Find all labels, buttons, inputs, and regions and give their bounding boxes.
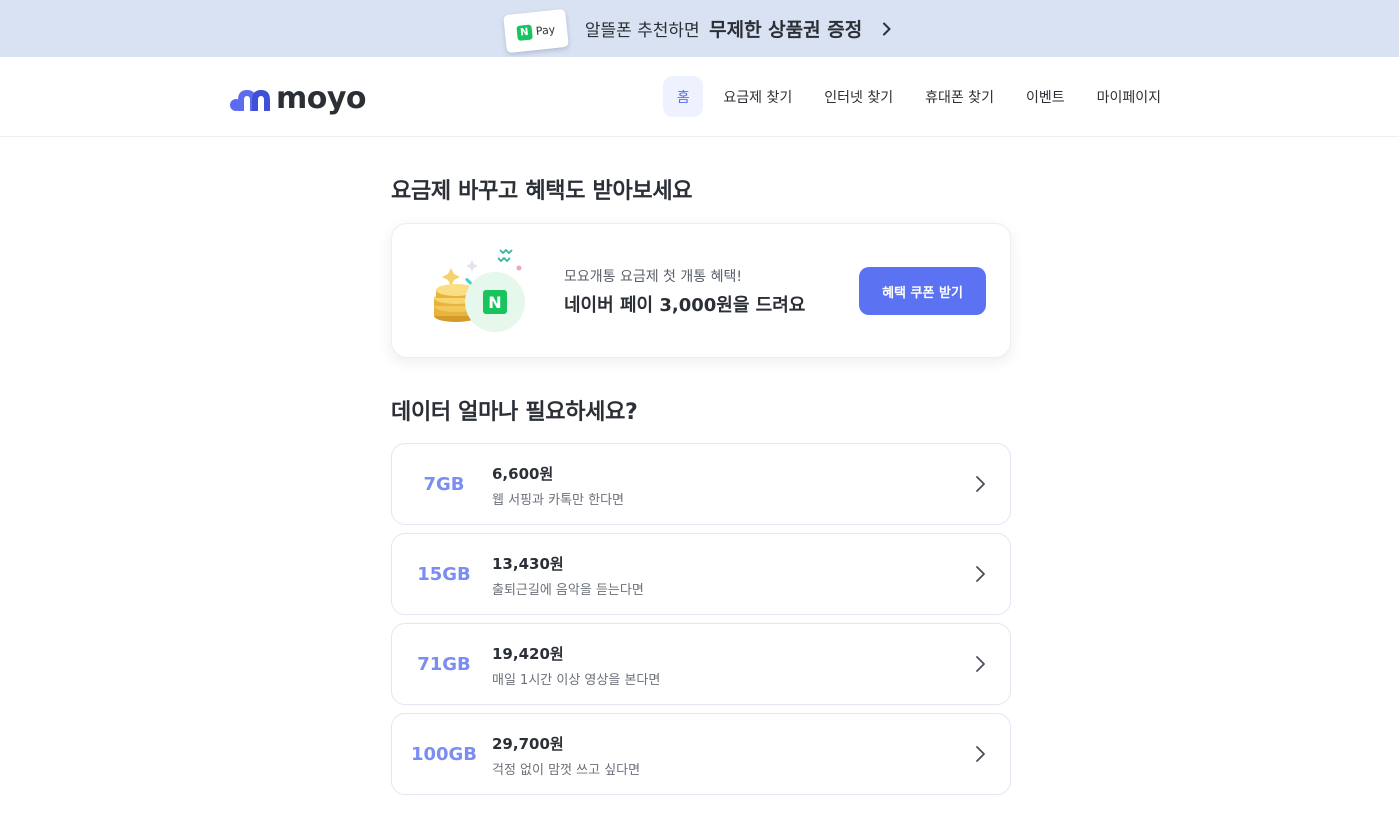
plan-price: 6,600원: [492, 465, 554, 483]
moyo-logo[interactable]: moyo: [230, 81, 367, 116]
naver-pay-ticket-icon: N Pay: [502, 8, 569, 53]
plan-price: 29,700원: [492, 735, 564, 753]
benefit-section-title: 요금제 바꾸고 혜택도 받아보세요: [391, 179, 693, 204]
chevron-right-icon: [976, 476, 985, 492]
plan-data-amount: 71GB: [417, 653, 471, 675]
promo-text-normal: 알뜰폰 추천하면: [584, 21, 700, 41]
plan-description: 출퇴근길에 음악을 듣는다면: [492, 583, 644, 598]
moyo-logo-icon: [230, 89, 270, 111]
benefit-title: 네이버 페이 3,000원을 드려요: [564, 295, 806, 316]
nav-find-internet[interactable]: 인터넷 찾기: [812, 76, 905, 117]
nav-mypage[interactable]: 마이페이지: [1085, 76, 1173, 117]
main-nav: 홈 요금제 찾기 인터넷 찾기 휴대폰 찾기 이벤트 마이페이지: [663, 76, 1173, 117]
chevron-right-icon: [976, 566, 985, 582]
promo-text: 알뜰폰 추천하면 무제한 상품권 증정: [585, 15, 862, 42]
naver-n-letter: N: [488, 293, 501, 312]
benefit-subtitle: 모요개통 요금제 첫 개통 혜택!: [564, 269, 742, 285]
plan-price: 13,430원: [492, 555, 564, 573]
naver-pay-text: Pay: [534, 22, 556, 37]
nav-home[interactable]: 홈: [663, 76, 704, 117]
naver-pay-n-badge: N: [515, 23, 533, 40]
plan-description: 매일 1시간 이상 영상을 본다면: [492, 673, 661, 688]
plan-data-amount: 100GB: [410, 743, 478, 765]
chevron-right-icon: [976, 656, 985, 672]
data-section-title: 데이터 얼마나 필요하세요?: [391, 400, 638, 425]
benefit-card: N 모요개통 요금제 첫 개통 혜택! 네이버 페이 3,000원을 드려요 혜…: [391, 223, 1011, 358]
plan-description: 걱정 없이 맘껏 쓰고 싶다면: [492, 763, 641, 778]
chevron-right-icon: [883, 22, 891, 35]
plan-data-amount: 7GB: [423, 473, 465, 495]
plan-description: 웹 서핑과 카톡만 한다면: [492, 493, 624, 508]
nav-events[interactable]: 이벤트: [1014, 76, 1077, 117]
plan-card-100gb[interactable]: 100GB 29,700원 걱정 없이 맘껏 쓰고 싶다면: [391, 713, 1011, 795]
promo-link[interactable]: N Pay 알뜰폰 추천하면 무제한 상품권 증정: [502, 8, 894, 53]
logo-wordmark: moyo: [276, 81, 367, 116]
promo-text-strong: 무제한 상품권 증정: [709, 19, 863, 41]
get-coupon-button[interactable]: 혜택 쿠폰 받기: [859, 267, 986, 315]
nav-find-phones[interactable]: 휴대폰 찾기: [913, 76, 1006, 117]
site-header: moyo 홈 요금제 찾기 인터넷 찾기 휴대폰 찾기 이벤트 마이페이지: [0, 57, 1399, 137]
coins-icon: N: [434, 248, 525, 332]
nav-find-plans[interactable]: 요금제 찾기: [711, 76, 804, 117]
plan-list: 7GB 6,600원 웹 서핑과 카톡만 한다면 15GB 13,430원 출퇴…: [391, 443, 1011, 803]
chevron-right-icon: [976, 746, 985, 762]
plan-card-71gb[interactable]: 71GB 19,420원 매일 1시간 이상 영상을 본다면: [391, 623, 1011, 705]
plan-data-amount: 15GB: [417, 563, 471, 585]
plan-card-7gb[interactable]: 7GB 6,600원 웹 서핑과 카톡만 한다면: [391, 443, 1011, 525]
plan-price: 19,420원: [492, 645, 564, 663]
promo-banner: N Pay 알뜰폰 추천하면 무제한 상품권 증정: [0, 0, 1399, 57]
plan-card-15gb[interactable]: 15GB 13,430원 출퇴근길에 음악을 듣는다면: [391, 533, 1011, 615]
